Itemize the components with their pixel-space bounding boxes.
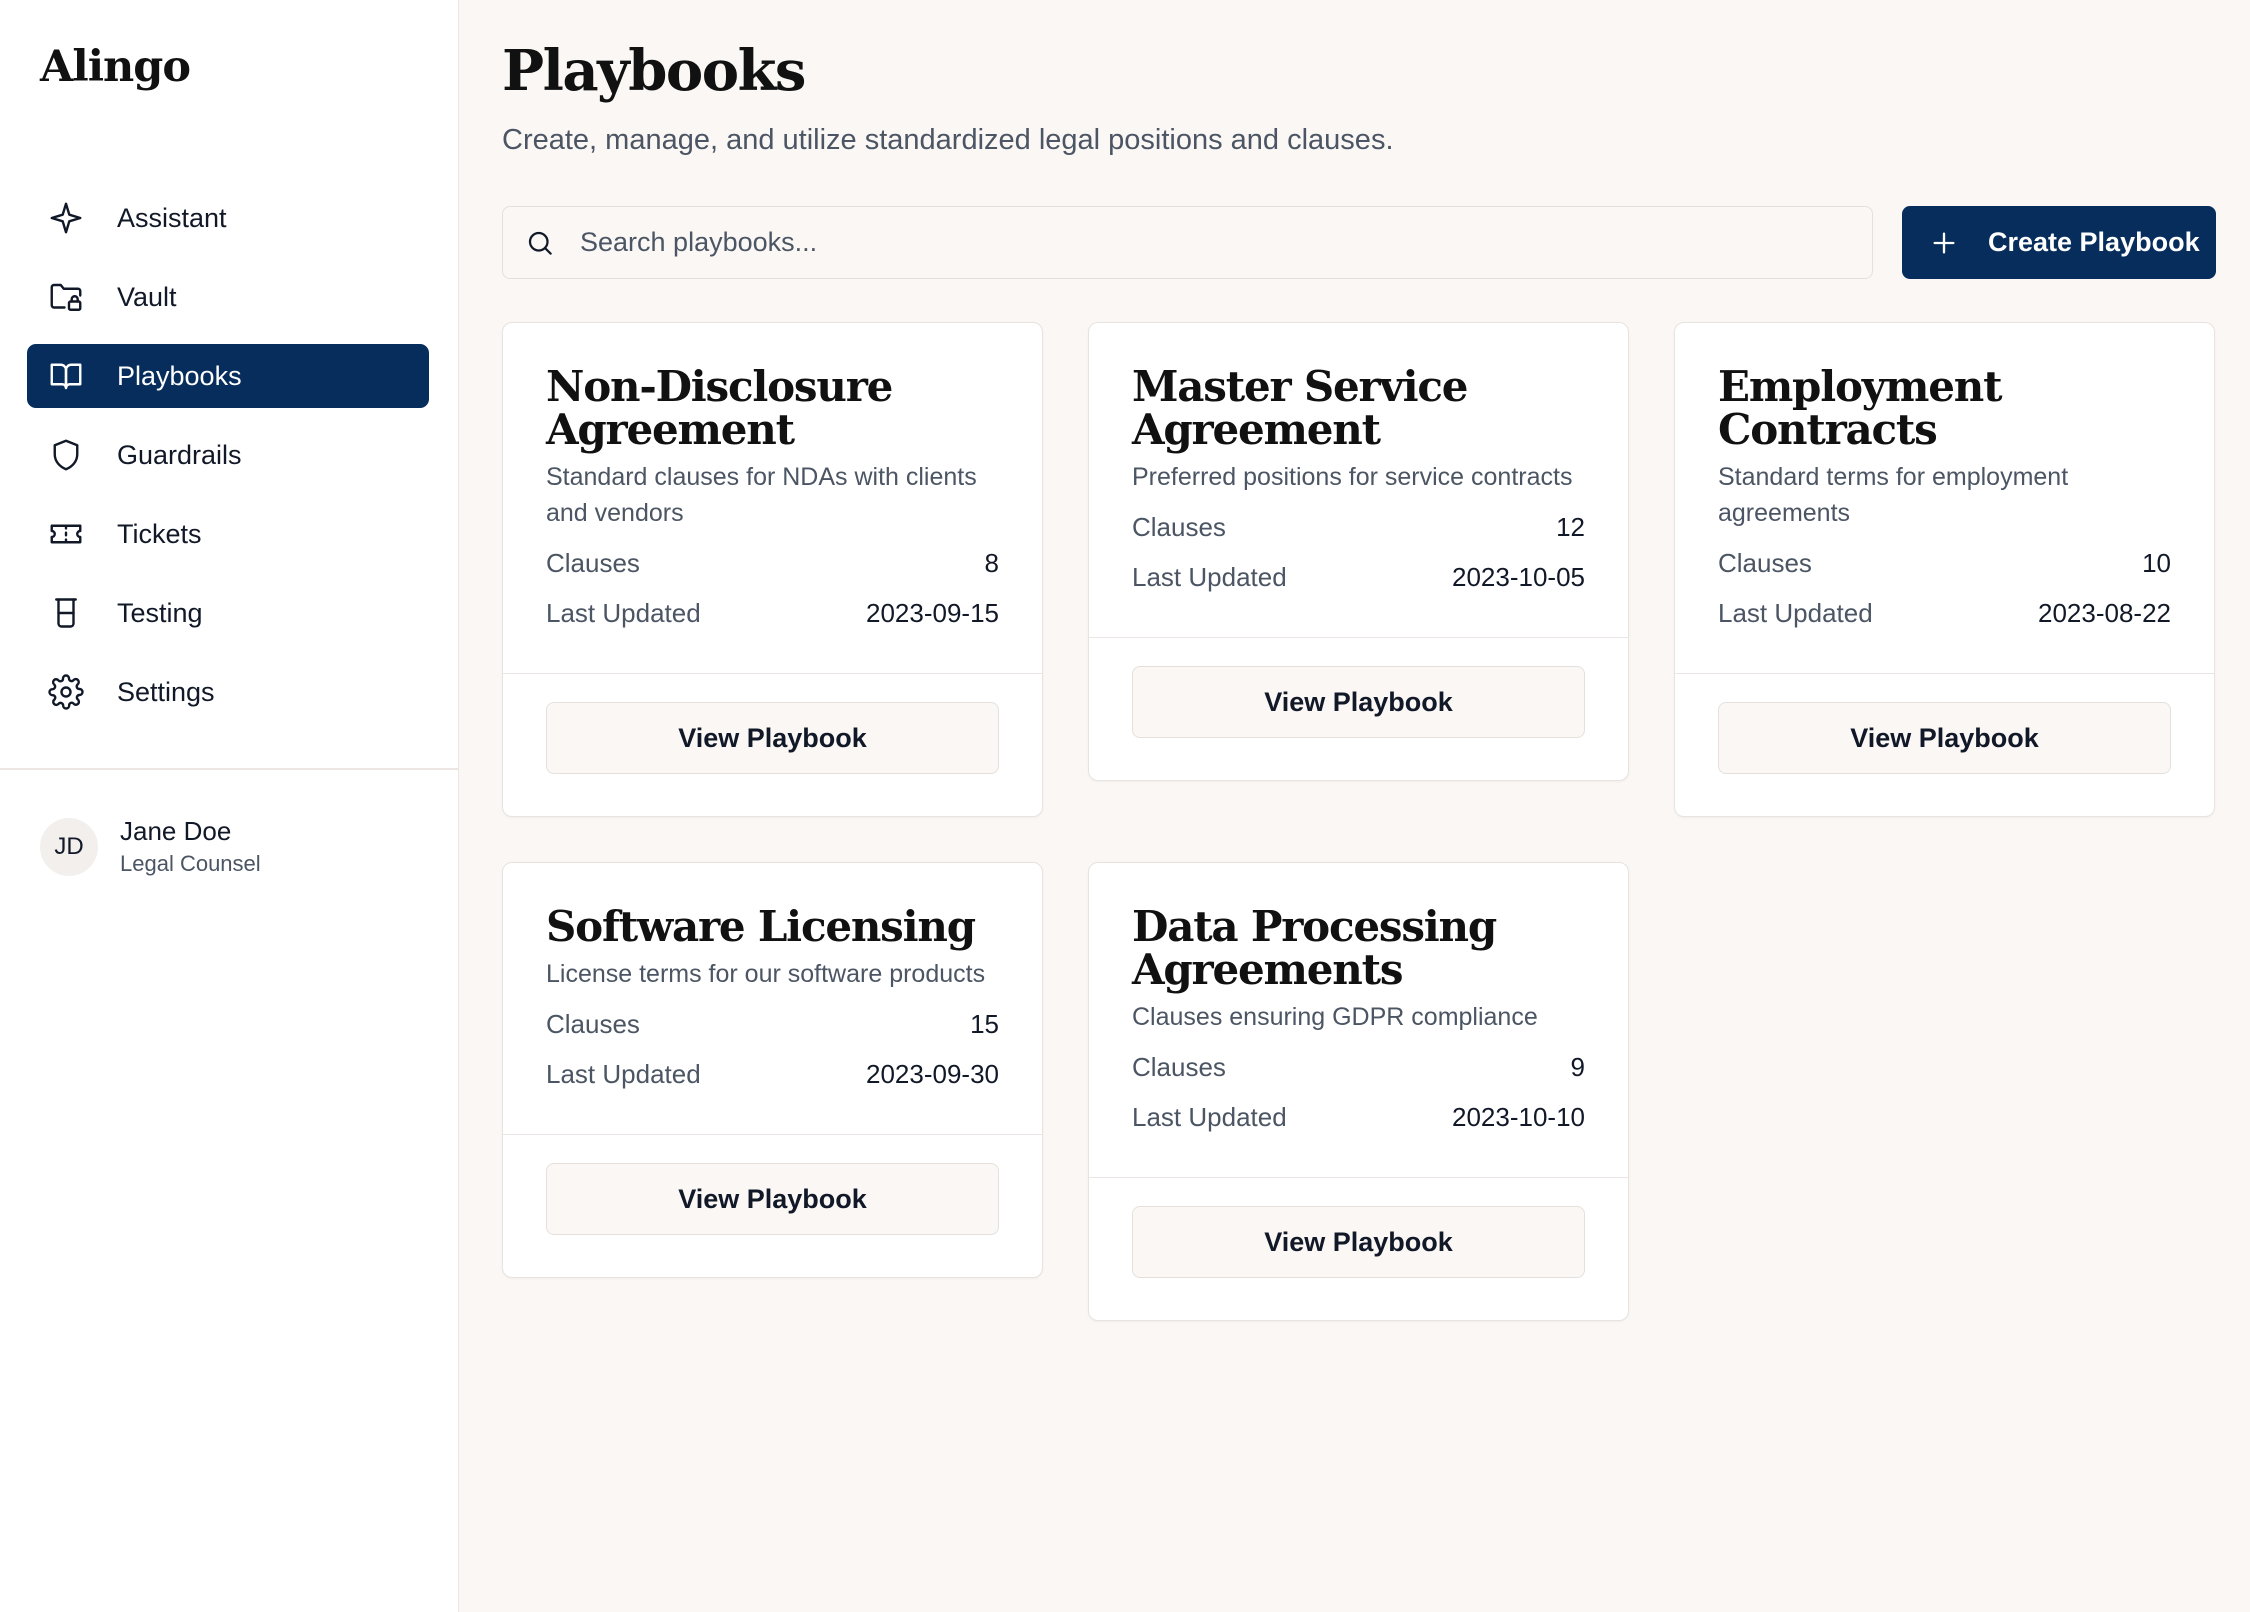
- clauses-row: Clauses 8: [546, 545, 999, 581]
- clauses-label: Clauses: [1132, 511, 1226, 542]
- app-root: Alingo Assistant Vault Playbooks Guardra…: [0, 0, 2250, 1612]
- sidebar-item-vault[interactable]: Vault: [27, 265, 429, 329]
- updated-row: Last Updated 2023-09-30: [546, 1056, 999, 1092]
- view-playbook-button[interactable]: View Playbook: [1132, 1206, 1585, 1278]
- updated-label: Last Updated: [1132, 561, 1287, 592]
- view-playbook-button[interactable]: View Playbook: [546, 702, 999, 774]
- updated-label: Last Updated: [546, 1058, 701, 1089]
- clauses-label: Clauses: [1718, 547, 1812, 578]
- updated-row: Last Updated 2023-09-15: [546, 595, 999, 631]
- create-playbook-label: Create Playbook: [1988, 227, 2200, 257]
- page-title: Playbooks: [502, 38, 806, 104]
- updated-date: 2023-10-05: [1452, 561, 1585, 592]
- gear-icon: [48, 674, 84, 710]
- sparkle-icon: [48, 200, 84, 236]
- sidebar-item-playbooks[interactable]: Playbooks: [27, 344, 429, 408]
- updated-label: Last Updated: [546, 597, 701, 628]
- updated-label: Last Updated: [1718, 597, 1873, 628]
- card-title: Data Processing Agreements: [1132, 902, 1497, 994]
- updated-date: 2023-08-22: [2038, 597, 2171, 628]
- clauses-row: Clauses 9: [1132, 1049, 1585, 1085]
- clauses-label: Clauses: [546, 547, 640, 578]
- view-playbook-button[interactable]: View Playbook: [1132, 666, 1585, 738]
- sidebar-item-label: Tickets: [117, 518, 202, 549]
- card-description: Standard clauses for NDAs with clients a…: [546, 463, 977, 527]
- clauses-label: Clauses: [1132, 1051, 1226, 1082]
- clauses-count: 12: [1556, 511, 1585, 542]
- clauses-count: 9: [1570, 1051, 1585, 1082]
- card-title: Master Service Agreement: [1132, 362, 1468, 454]
- sidebar-item-tickets[interactable]: Tickets: [27, 502, 429, 566]
- ticket-icon: [48, 516, 84, 552]
- sidebar-item-testing[interactable]: Testing: [27, 581, 429, 645]
- card-title: Software Licensing: [546, 902, 976, 951]
- playbook-card: Software Licensing License terms for our…: [502, 862, 1043, 1278]
- shield-icon: [48, 437, 84, 473]
- page-subtitle: Create, manage, and utilize standardized…: [502, 124, 1394, 156]
- sidebar: Alingo Assistant Vault Playbooks Guardra…: [0, 0, 459, 1612]
- card-title: Non-Disclosure Agreement: [546, 362, 893, 454]
- clauses-label: Clauses: [546, 1008, 640, 1039]
- playbook-card: Data Processing Agreements Clauses ensur…: [1088, 862, 1629, 1321]
- sidebar-nav: Assistant Vault Playbooks Guardrails Tic…: [27, 186, 429, 739]
- view-playbook-button[interactable]: View Playbook: [546, 1163, 999, 1235]
- playbook-card: Master Service Agreement Preferred posit…: [1088, 322, 1629, 781]
- card-description: Clauses ensuring GDPR compliance: [1132, 1003, 1538, 1031]
- updated-row: Last Updated 2023-08-22: [1718, 595, 2171, 631]
- playbook-card: Non-Disclosure Agreement Standard clause…: [502, 322, 1043, 817]
- user-info: Jane Doe Legal Counsel: [120, 816, 261, 877]
- sidebar-item-settings[interactable]: Settings: [27, 660, 429, 724]
- sidebar-item-guardrails[interactable]: Guardrails: [27, 423, 429, 487]
- sidebar-item-label: Guardrails: [117, 439, 242, 470]
- sidebar-item-label: Assistant: [117, 202, 227, 233]
- sidebar-item-assistant[interactable]: Assistant: [27, 186, 429, 250]
- updated-row: Last Updated 2023-10-10: [1132, 1099, 1585, 1135]
- playbook-card: Employment Contracts Standard terms for …: [1674, 322, 2215, 817]
- plus-icon: [1930, 229, 1958, 257]
- main-content: Playbooks Create, manage, and utilize st…: [459, 0, 2250, 1612]
- clauses-row: Clauses 12: [1132, 509, 1585, 545]
- sidebar-divider: [0, 768, 459, 770]
- search-input[interactable]: [580, 227, 1872, 258]
- user-profile[interactable]: JD Jane Doe Legal Counsel: [40, 816, 261, 877]
- card-description: Preferred positions for service contract…: [1132, 463, 1573, 491]
- sidebar-item-label: Testing: [117, 597, 203, 628]
- clauses-count: 8: [984, 547, 999, 578]
- updated-date: 2023-10-10: [1452, 1101, 1585, 1132]
- view-playbook-button[interactable]: View Playbook: [1718, 702, 2171, 774]
- clauses-row: Clauses 15: [546, 1006, 999, 1042]
- sidebar-item-label: Settings: [117, 676, 215, 707]
- updated-date: 2023-09-30: [866, 1058, 999, 1089]
- updated-label: Last Updated: [1132, 1101, 1287, 1132]
- card-title: Employment Contracts: [1718, 362, 2002, 454]
- updated-row: Last Updated 2023-10-05: [1132, 559, 1585, 595]
- sidebar-item-label: Vault: [117, 281, 177, 312]
- playbook-grid: Non-Disclosure Agreement Standard clause…: [502, 322, 2216, 1321]
- sidebar-item-label: Playbooks: [117, 360, 242, 391]
- user-name: Jane Doe: [120, 816, 232, 846]
- beaker-icon: [48, 595, 84, 631]
- clauses-count: 10: [2142, 547, 2171, 578]
- search-icon: [525, 228, 555, 258]
- card-description: License terms for our software products: [546, 960, 986, 988]
- app-logo[interactable]: Alingo: [40, 42, 191, 92]
- folder-lock-icon: [48, 279, 84, 315]
- updated-date: 2023-09-15: [866, 597, 999, 628]
- avatar: JD: [40, 817, 98, 876]
- book-open-icon: [48, 358, 84, 394]
- card-description: Standard terms for employment agreements: [1718, 463, 2069, 527]
- user-role: Legal Counsel: [120, 851, 261, 877]
- create-playbook-button[interactable]: Create Playbook: [1902, 206, 2216, 279]
- clauses-count: 15: [970, 1008, 999, 1039]
- clauses-row: Clauses 10: [1718, 545, 2171, 581]
- search-bar: [502, 206, 1873, 279]
